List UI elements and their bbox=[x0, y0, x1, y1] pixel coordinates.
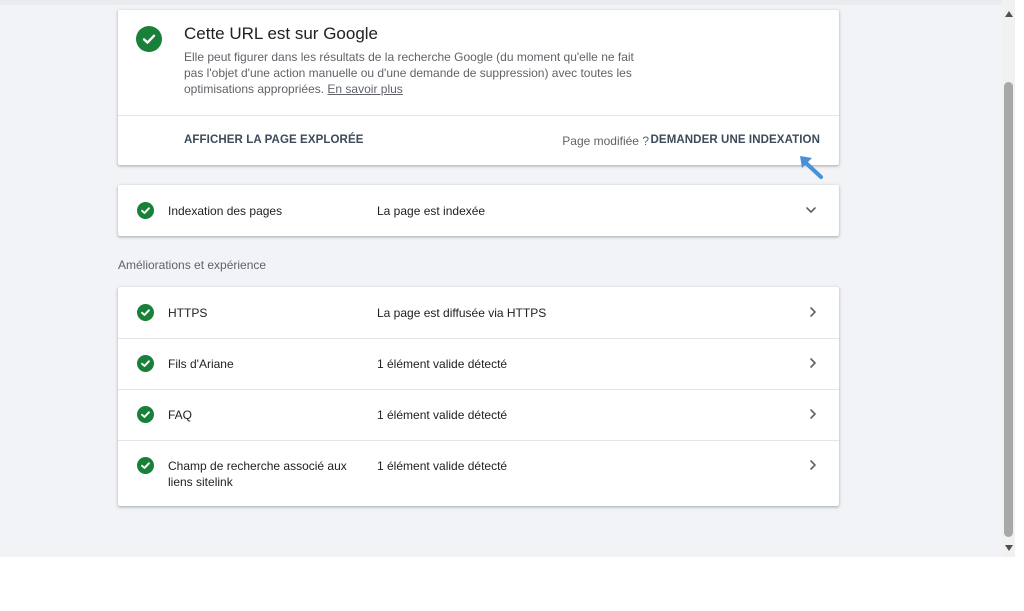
indexing-status: La page est indexée bbox=[377, 204, 486, 218]
scrollbar-thumb[interactable] bbox=[1004, 82, 1013, 537]
chevron-right-icon bbox=[810, 460, 816, 470]
chevron-right-icon bbox=[810, 358, 816, 368]
check-circle-icon bbox=[137, 457, 154, 474]
page-viewport: Cette URL est sur Google Elle peut figur… bbox=[0, 0, 1002, 557]
scroll-up-arrow-icon[interactable] bbox=[1005, 11, 1013, 17]
chevron-right-icon bbox=[810, 307, 816, 317]
card-divider bbox=[118, 115, 839, 116]
enhancement-row-faq[interactable]: FAQ 1 élément valide détecté bbox=[118, 389, 839, 441]
check-circle-icon bbox=[137, 202, 154, 219]
enhancement-row-https[interactable]: HTTPS La page est diffusée via HTTPS bbox=[118, 287, 839, 339]
arrow-pointer-icon bbox=[800, 156, 823, 179]
url-status-title: Cette URL est sur Google bbox=[184, 24, 379, 43]
check-circle-icon bbox=[137, 406, 154, 423]
description-text: Elle peut figurer dans les résultats de … bbox=[184, 50, 634, 96]
chevron-right-icon bbox=[810, 409, 816, 419]
enhancements-card: HTTPS La page est diffusée via HTTPS Fil… bbox=[118, 287, 839, 506]
enhancement-name: FAQ bbox=[168, 408, 193, 422]
check-circle-icon bbox=[136, 26, 162, 52]
enhancement-status: 1 élément valide détecté bbox=[377, 459, 508, 473]
check-circle-icon bbox=[137, 304, 154, 321]
vertical-scrollbar[interactable] bbox=[1002, 0, 1015, 557]
url-status-card: Cette URL est sur Google Elle peut figur… bbox=[118, 10, 839, 165]
url-status-description: Elle peut figurer dans les résultats de … bbox=[184, 49, 639, 97]
indexing-name: Indexation des pages bbox=[168, 204, 283, 218]
learn-more-link[interactable]: En savoir plus bbox=[327, 82, 402, 96]
enhancement-status: 1 élément valide détecté bbox=[377, 408, 508, 422]
enhancements-section-title: Améliorations et expérience bbox=[118, 258, 267, 272]
enhancement-row-breadcrumbs[interactable]: Fils d'Ariane 1 élément valide détecté bbox=[118, 338, 839, 390]
enhancement-status: 1 élément valide détecté bbox=[377, 357, 508, 371]
enhancement-name: Champ de recherche associé aux liens sit… bbox=[168, 459, 347, 489]
check-circle-icon bbox=[137, 355, 154, 372]
enhancement-name: Fils d'Ariane bbox=[168, 357, 234, 371]
request-indexing-button[interactable]: DEMANDER UNE INDEXATION bbox=[651, 134, 820, 146]
page-modified-label: Page modifiée ? bbox=[562, 134, 649, 148]
enhancement-status: La page est diffusée via HTTPS bbox=[377, 306, 547, 320]
chevron-down-icon[interactable] bbox=[805, 205, 817, 215]
scroll-down-arrow-icon[interactable] bbox=[1005, 545, 1013, 551]
top-divider bbox=[0, 0, 1002, 5]
view-crawled-page-button[interactable]: AFFICHER LA PAGE EXPLORÉE bbox=[184, 134, 364, 146]
enhancement-name: HTTPS bbox=[168, 306, 208, 320]
enhancement-row-sitelinks-searchbox[interactable]: Champ de recherche associé aux liens sit… bbox=[118, 440, 839, 506]
page-indexing-card[interactable]: Indexation des pages La page est indexée bbox=[118, 185, 839, 236]
